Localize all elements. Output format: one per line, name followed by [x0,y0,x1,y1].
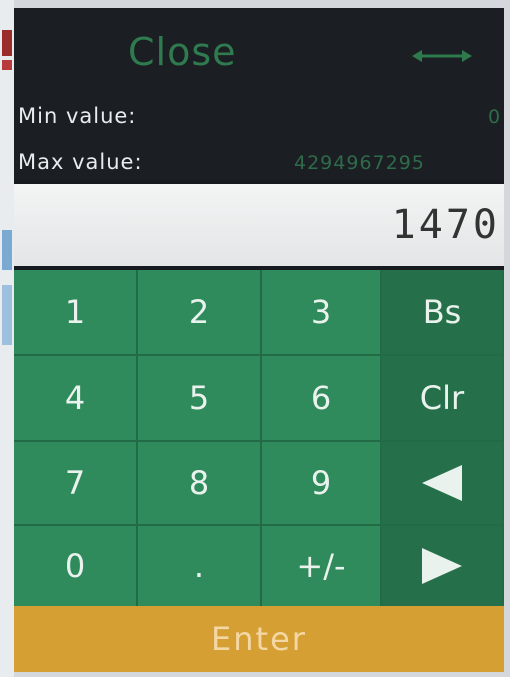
clear-key[interactable]: Clr [382,356,504,442]
sign-toggle-key[interactable]: +/- [262,526,382,608]
key-4[interactable]: 4 [14,356,138,442]
arrow-right-icon [422,548,462,584]
key-2[interactable]: 2 [138,270,262,356]
edge-mark-red [2,30,12,56]
left-edge-strip [0,0,14,677]
value-display[interactable]: 1470 [14,184,504,266]
key-1[interactable]: 1 [14,270,138,356]
edge-mark-blue-2 [2,285,12,345]
key-9[interactable]: 9 [262,442,382,526]
close-button[interactable]: Close [128,30,237,74]
edge-mark-red-small [2,60,12,70]
key-0[interactable]: 0 [14,526,138,608]
max-value: 4294967295 [294,152,425,174]
max-value-label: Max value: [18,150,143,174]
dialog-header: Close Min value: 0 Max value: 4294967295 [14,8,504,180]
horizontal-arrows-icon[interactable] [412,48,472,64]
key-3[interactable]: 3 [262,270,382,356]
key-7[interactable]: 7 [14,442,138,526]
min-value: 0 [488,106,502,128]
display-value: 1470 [391,202,500,248]
cursor-right-key[interactable] [382,526,504,608]
key-5[interactable]: 5 [138,356,262,442]
arrow-left-icon [422,465,462,501]
key-8[interactable]: 8 [138,442,262,526]
numeric-input-dialog: Close Min value: 0 Max value: 4294967295… [14,8,504,672]
min-value-label: Min value: [18,104,137,128]
key-6[interactable]: 6 [262,356,382,442]
cursor-left-key[interactable] [382,442,504,526]
edge-mark-blue [2,230,12,270]
enter-button[interactable]: Enter [14,606,504,672]
keypad: 1 2 3 Bs 4 5 6 Clr 7 8 9 0 . +/- [14,270,504,608]
decimal-point-key[interactable]: . [138,526,262,608]
backspace-key[interactable]: Bs [382,270,504,356]
